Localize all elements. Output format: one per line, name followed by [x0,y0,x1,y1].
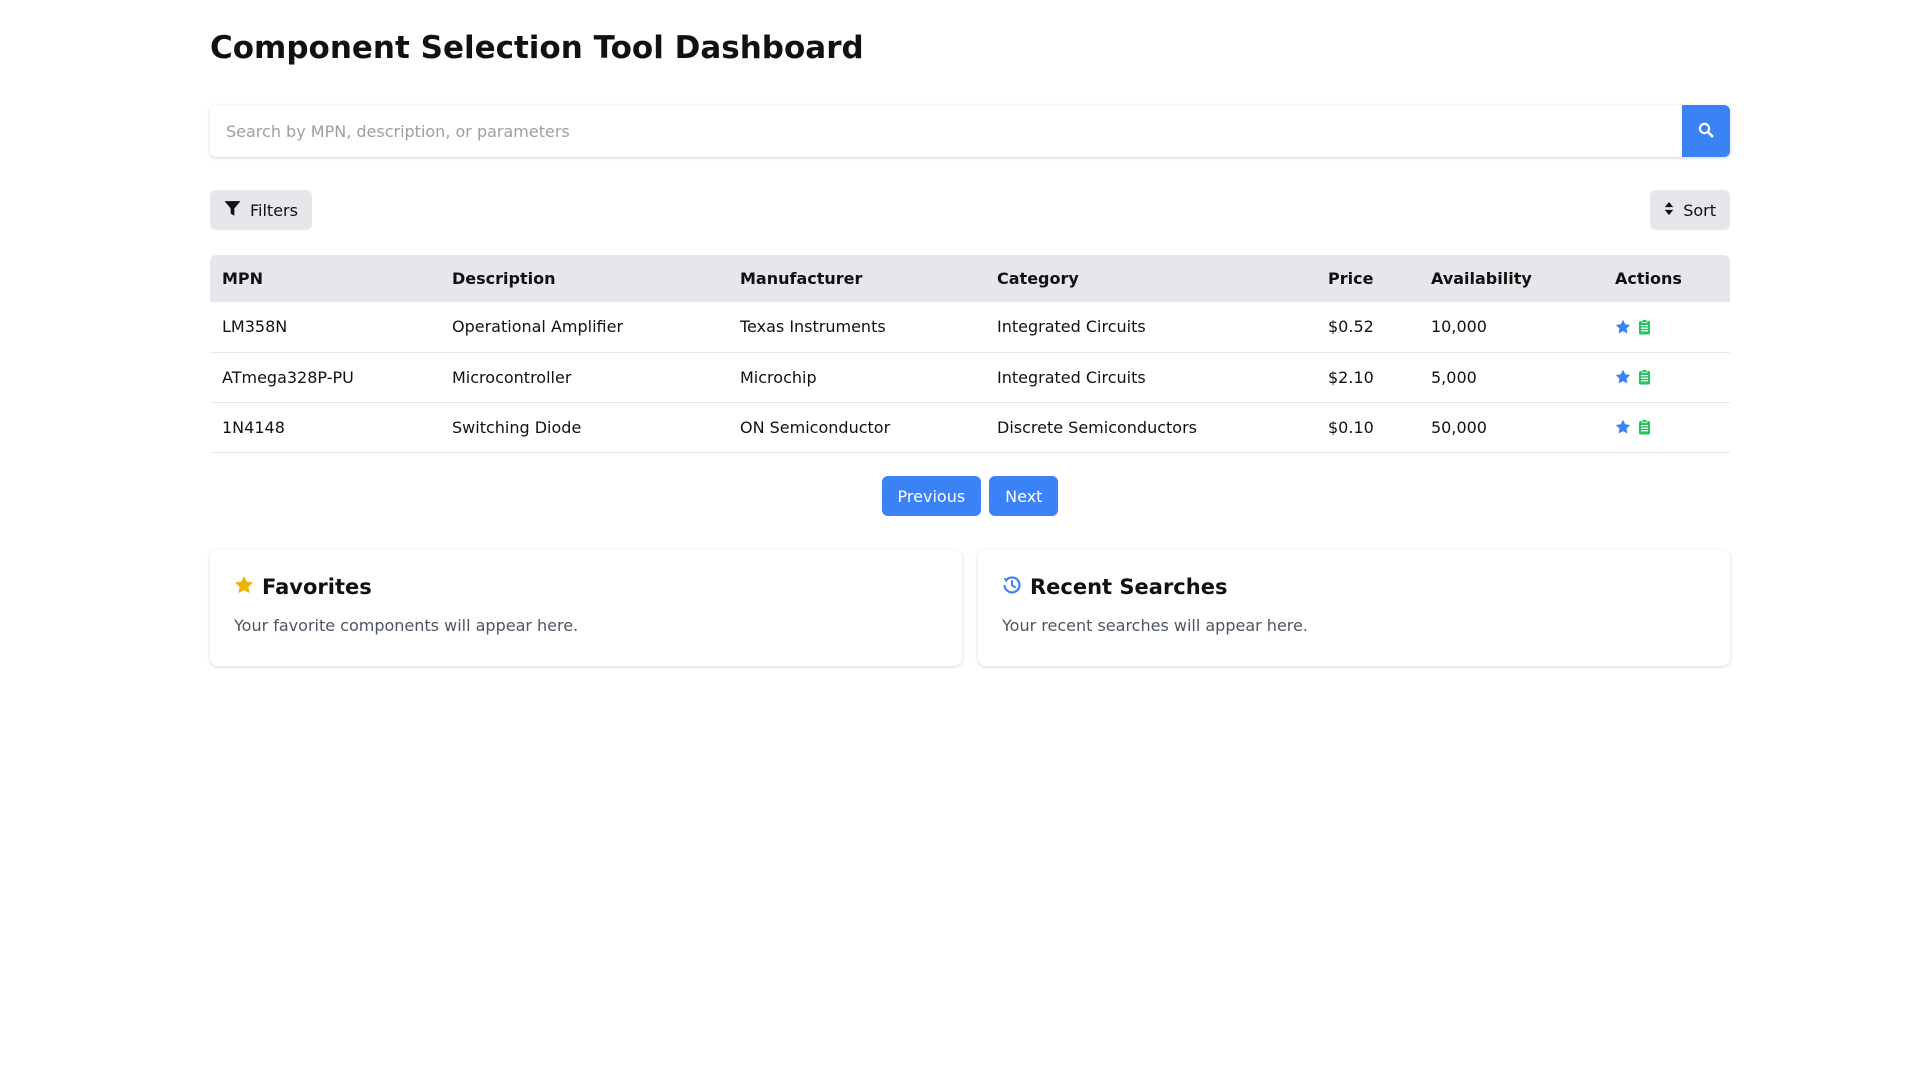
recent-searches-heading: Recent Searches [1002,574,1706,600]
favorites-empty-text: Your favorite components will appear her… [234,616,579,635]
column-header-description[interactable]: Description [440,255,728,302]
sort-icon [1664,201,1674,220]
table-row[interactable]: 1N4148 Switching Diode ON Semiconductor … [210,402,1730,453]
cell-mpn: ATmega328P-PU [210,352,440,403]
recent-searches-card: Recent Searches Your recent searches wil… [978,550,1730,666]
recent-searches-empty-text: Your recent searches will appear here. [1002,616,1308,635]
recent-searches-title: Recent Searches [1030,575,1228,599]
search-icon [1698,122,1714,141]
cell-manufacturer: Texas Instruments [728,302,985,353]
components-table: MPN Description Manufacturer Category Pr… [210,255,1730,453]
cell-availability: 10,000 [1419,302,1603,353]
clipboard-icon[interactable] [1638,318,1651,335]
search-bar [210,105,1730,157]
cell-category: Integrated Circuits [985,302,1316,353]
cell-actions [1603,352,1730,403]
cell-category: Integrated Circuits [985,352,1316,403]
column-header-actions: Actions [1615,269,1682,288]
cell-description: Switching Diode [440,402,728,453]
cell-manufacturer: Microchip [728,352,985,403]
clipboard-icon[interactable] [1638,419,1651,435]
search-button[interactable] [1682,105,1730,157]
favorites-heading: Favorites [234,574,938,600]
table-row[interactable]: ATmega328P-PU Microcontroller Microchip … [210,352,1730,403]
column-header-availability[interactable]: Availability [1419,255,1603,302]
pagination: Previous Next [210,476,1730,516]
favorites-title: Favorites [262,575,372,599]
cell-price: $0.10 [1316,402,1419,453]
table-row[interactable]: LM358N Operational Amplifier Texas Instr… [210,302,1730,353]
column-header-price[interactable]: Price [1316,255,1419,302]
cell-price: $2.10 [1316,352,1419,403]
cell-description: Operational Amplifier [440,302,728,353]
cell-actions [1603,402,1730,453]
search-input[interactable] [210,105,1682,157]
cell-price: $0.52 [1316,302,1419,353]
history-icon [1002,575,1022,600]
column-header-category[interactable]: Category [985,255,1316,302]
cell-availability: 50,000 [1419,402,1603,453]
cell-availability: 5,000 [1419,352,1603,403]
next-button[interactable]: Next [989,476,1059,516]
filter-icon [224,200,241,221]
sort-label: Sort [1683,200,1716,220]
sort-button[interactable]: Sort [1650,190,1730,230]
filters-button[interactable]: Filters [210,190,312,230]
column-header-manufacturer[interactable]: Manufacturer [728,255,985,302]
filters-label: Filters [250,200,298,220]
column-header-mpn[interactable]: MPN [210,255,440,302]
table-header-row: MPN Description Manufacturer Category Pr… [210,255,1730,302]
cell-mpn: LM358N [210,302,440,353]
previous-button[interactable]: Previous [881,476,982,516]
cell-manufacturer: ON Semiconductor [728,402,985,453]
star-icon [234,575,254,600]
clipboard-icon[interactable] [1638,369,1651,385]
cell-category: Discrete Semiconductors [985,402,1316,453]
favorites-card: Favorites Your favorite components will … [210,550,962,666]
cell-mpn: 1N4148 [210,402,440,453]
star-icon[interactable] [1615,319,1631,335]
star-icon[interactable] [1615,369,1631,385]
cell-actions [1603,302,1730,353]
page-title: Component Selection Tool Dashboard [210,30,864,66]
cell-description: Microcontroller [440,352,728,403]
star-icon[interactable] [1615,419,1631,435]
